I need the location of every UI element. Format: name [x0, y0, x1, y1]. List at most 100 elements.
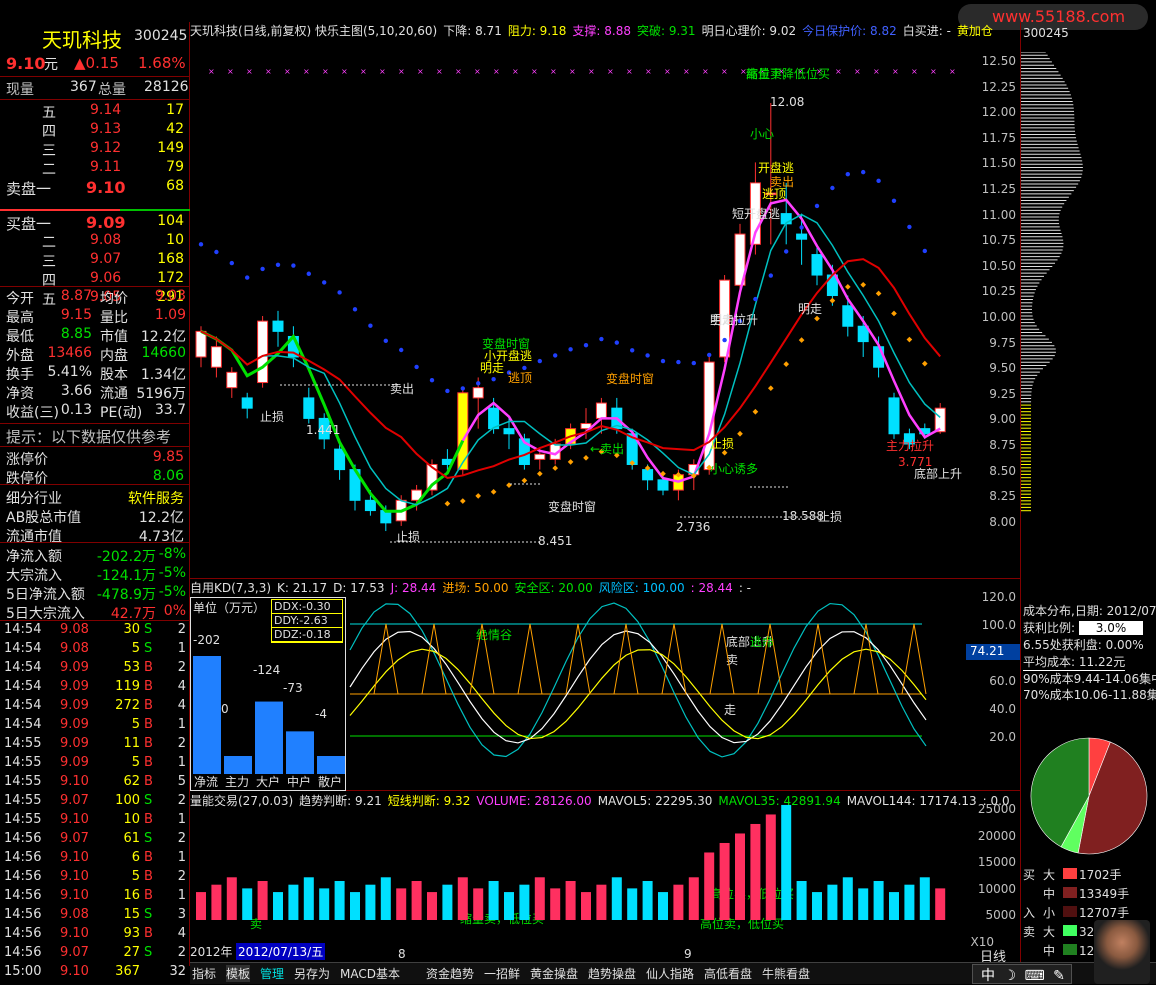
chart-annotation: 短开盘逃 [732, 206, 780, 221]
legend-swatch [1063, 944, 1077, 955]
dot-marker [352, 307, 358, 312]
volume-bar [827, 884, 838, 920]
tick-count: 2 [177, 660, 186, 675]
volume-bar [257, 880, 268, 920]
tab-6[interactable]: 一招鲜 [484, 965, 520, 982]
tick-side: B [144, 698, 153, 713]
legend-row: 中 122 [1023, 942, 1102, 959]
bid-volume: 168 [157, 251, 184, 267]
avg-cost: 平均成本: 11.22元 [1023, 655, 1126, 671]
tab-0[interactable]: 指标 [192, 965, 216, 982]
tick-row[interactable]: 14:54 9.09 53 B 2 [0, 660, 190, 679]
grid-mark: × [417, 67, 424, 76]
tab-8[interactable]: 趋势操盘 [588, 965, 636, 982]
tick-time: 14:55 [4, 812, 42, 827]
tick-row[interactable]: 14:55 9.09 5 B 1 [0, 755, 190, 774]
grid-mark: × [854, 67, 861, 76]
tick-side: S [144, 831, 153, 846]
info-value: 4.73亿 [138, 529, 184, 545]
title-item: VOLUME: 28126.00 [476, 794, 592, 808]
tick-time: 14:54 [4, 641, 42, 656]
input-mode[interactable]: 中 [981, 968, 995, 984]
tick-row[interactable]: 14:55 9.07 100 S 2 [0, 793, 190, 812]
ddx-unit-title: 单位（万元） [193, 601, 266, 615]
chart-annotation: 3.771 [898, 455, 932, 469]
tick-row[interactable]: 15:00 9.10 367 32 [0, 964, 190, 983]
tick-row[interactable]: 14:55 9.09 11 B 2 [0, 736, 190, 755]
legend-side: 买 [1023, 868, 1036, 882]
kline-chart[interactable]: × × × × × × × × × × × × × × × × × × × × × × × × × × × × × × × × × × × × × × × ×… [190, 38, 972, 962]
keyboard-icon: ⌨ [1024, 968, 1045, 984]
tick-price: 9.09 [60, 755, 89, 770]
candle [210, 346, 222, 368]
support-marker [829, 297, 836, 304]
price-tick: 10.75 [981, 233, 1016, 248]
support-marker [459, 498, 466, 504]
chart-annotation: 止损 [260, 410, 284, 424]
tab-5[interactable]: 资金趋势 [426, 965, 474, 982]
status-tray[interactable]: 中 ☽ ⌨ ✎ [972, 964, 1072, 984]
ddx-value: -202 [193, 633, 220, 647]
legend-swatch [1063, 925, 1077, 936]
tick-row[interactable]: 14:55 9.10 10 B 1 [0, 812, 190, 831]
tick-row[interactable]: 14:54 9.09 119 B 4 [0, 679, 190, 698]
tick-row[interactable]: 14:56 9.10 5 B 2 [0, 869, 190, 888]
tick-row[interactable]: 14:56 9.08 15 S 3 [0, 907, 190, 926]
flow-row: 大宗流入 -124.1万 -5% [0, 565, 190, 584]
tick-count: 2 [177, 831, 186, 846]
ask-volume: 17 [166, 102, 184, 118]
ask-volume: 68 [166, 178, 184, 194]
bid-row: 买盘一 9.09 104 [0, 213, 190, 233]
stock-name: 天玑科技 [42, 28, 122, 52]
title-item: 进场: 50.00 [442, 581, 509, 595]
volume-bar [611, 877, 622, 920]
tab-9[interactable]: 仙人指路 [646, 965, 694, 982]
grid-mark: × [949, 67, 956, 76]
support-marker [891, 310, 897, 317]
info-value: 软件服务 [128, 491, 184, 507]
tick-row[interactable]: 14:54 9.09 5 B 1 [0, 717, 190, 736]
info-row: AB股总市值 12.2亿 [0, 507, 190, 526]
grid-mark: × [873, 67, 880, 76]
price-tick: 11.00 [981, 207, 1016, 222]
price-tick: 9.75 [989, 335, 1016, 350]
tick-row[interactable]: 14:56 9.07 27 S 2 [0, 945, 190, 964]
tick-row[interactable]: 14:56 9.10 6 B 1 [0, 850, 190, 869]
stat-row: 最低 8.85 市值 12.2亿 [0, 326, 190, 345]
bid-label: 买盘一 [6, 215, 52, 233]
title-item: 今日保护价: 8.82 [802, 24, 897, 38]
tab-10[interactable]: 高低看盘 [704, 965, 752, 982]
support-marker [798, 337, 805, 343]
volume-bar [288, 884, 299, 920]
dot-marker [322, 280, 327, 285]
tab-1[interactable]: 模板 [226, 965, 251, 982]
tab-7[interactable]: 黄金操盘 [530, 965, 578, 982]
tick-price: 9.07 [60, 945, 89, 960]
chart-annotation: 缩量卖，低位买 [746, 66, 830, 81]
tick-count: 1 [177, 641, 186, 656]
tab-2[interactable]: 管理 [260, 965, 284, 982]
chart-annotation: 12.08 [770, 95, 804, 109]
tab-4[interactable]: MACD基本 [340, 965, 400, 982]
tick-row[interactable]: 14:55 9.10 62 B 5 [0, 774, 190, 793]
chart-annotation: 逃顶 [762, 187, 786, 201]
grid-mark: × [531, 67, 538, 76]
stat-label: 最高 [6, 310, 34, 326]
tick-row[interactable]: 14:54 9.09 272 B 4 [0, 698, 190, 717]
tick-row[interactable]: 14:54 9.08 30 S 2 [0, 622, 190, 641]
tick-side: B [144, 869, 153, 884]
price-tick: 12.50 [981, 54, 1016, 68]
tick-row[interactable]: 14:54 9.08 5 S 1 [0, 641, 190, 660]
tick-row[interactable]: 14:56 9.10 93 B 4 [0, 926, 190, 945]
grid-mark: × [645, 67, 652, 76]
volume-bar [504, 892, 514, 920]
tick-row[interactable]: 14:56 9.07 61 S 2 [0, 831, 190, 850]
volume-bar [596, 884, 607, 920]
tick-side: S [144, 793, 153, 808]
tick-row[interactable]: 14:56 9.10 16 B 1 [0, 888, 190, 907]
tab-11[interactable]: 牛熊看盘 [762, 965, 810, 982]
grid-mark: × [341, 67, 348, 76]
tab-3[interactable]: 另存为 [294, 965, 330, 982]
tick-side: B [144, 660, 153, 675]
volume-bar [565, 880, 576, 920]
